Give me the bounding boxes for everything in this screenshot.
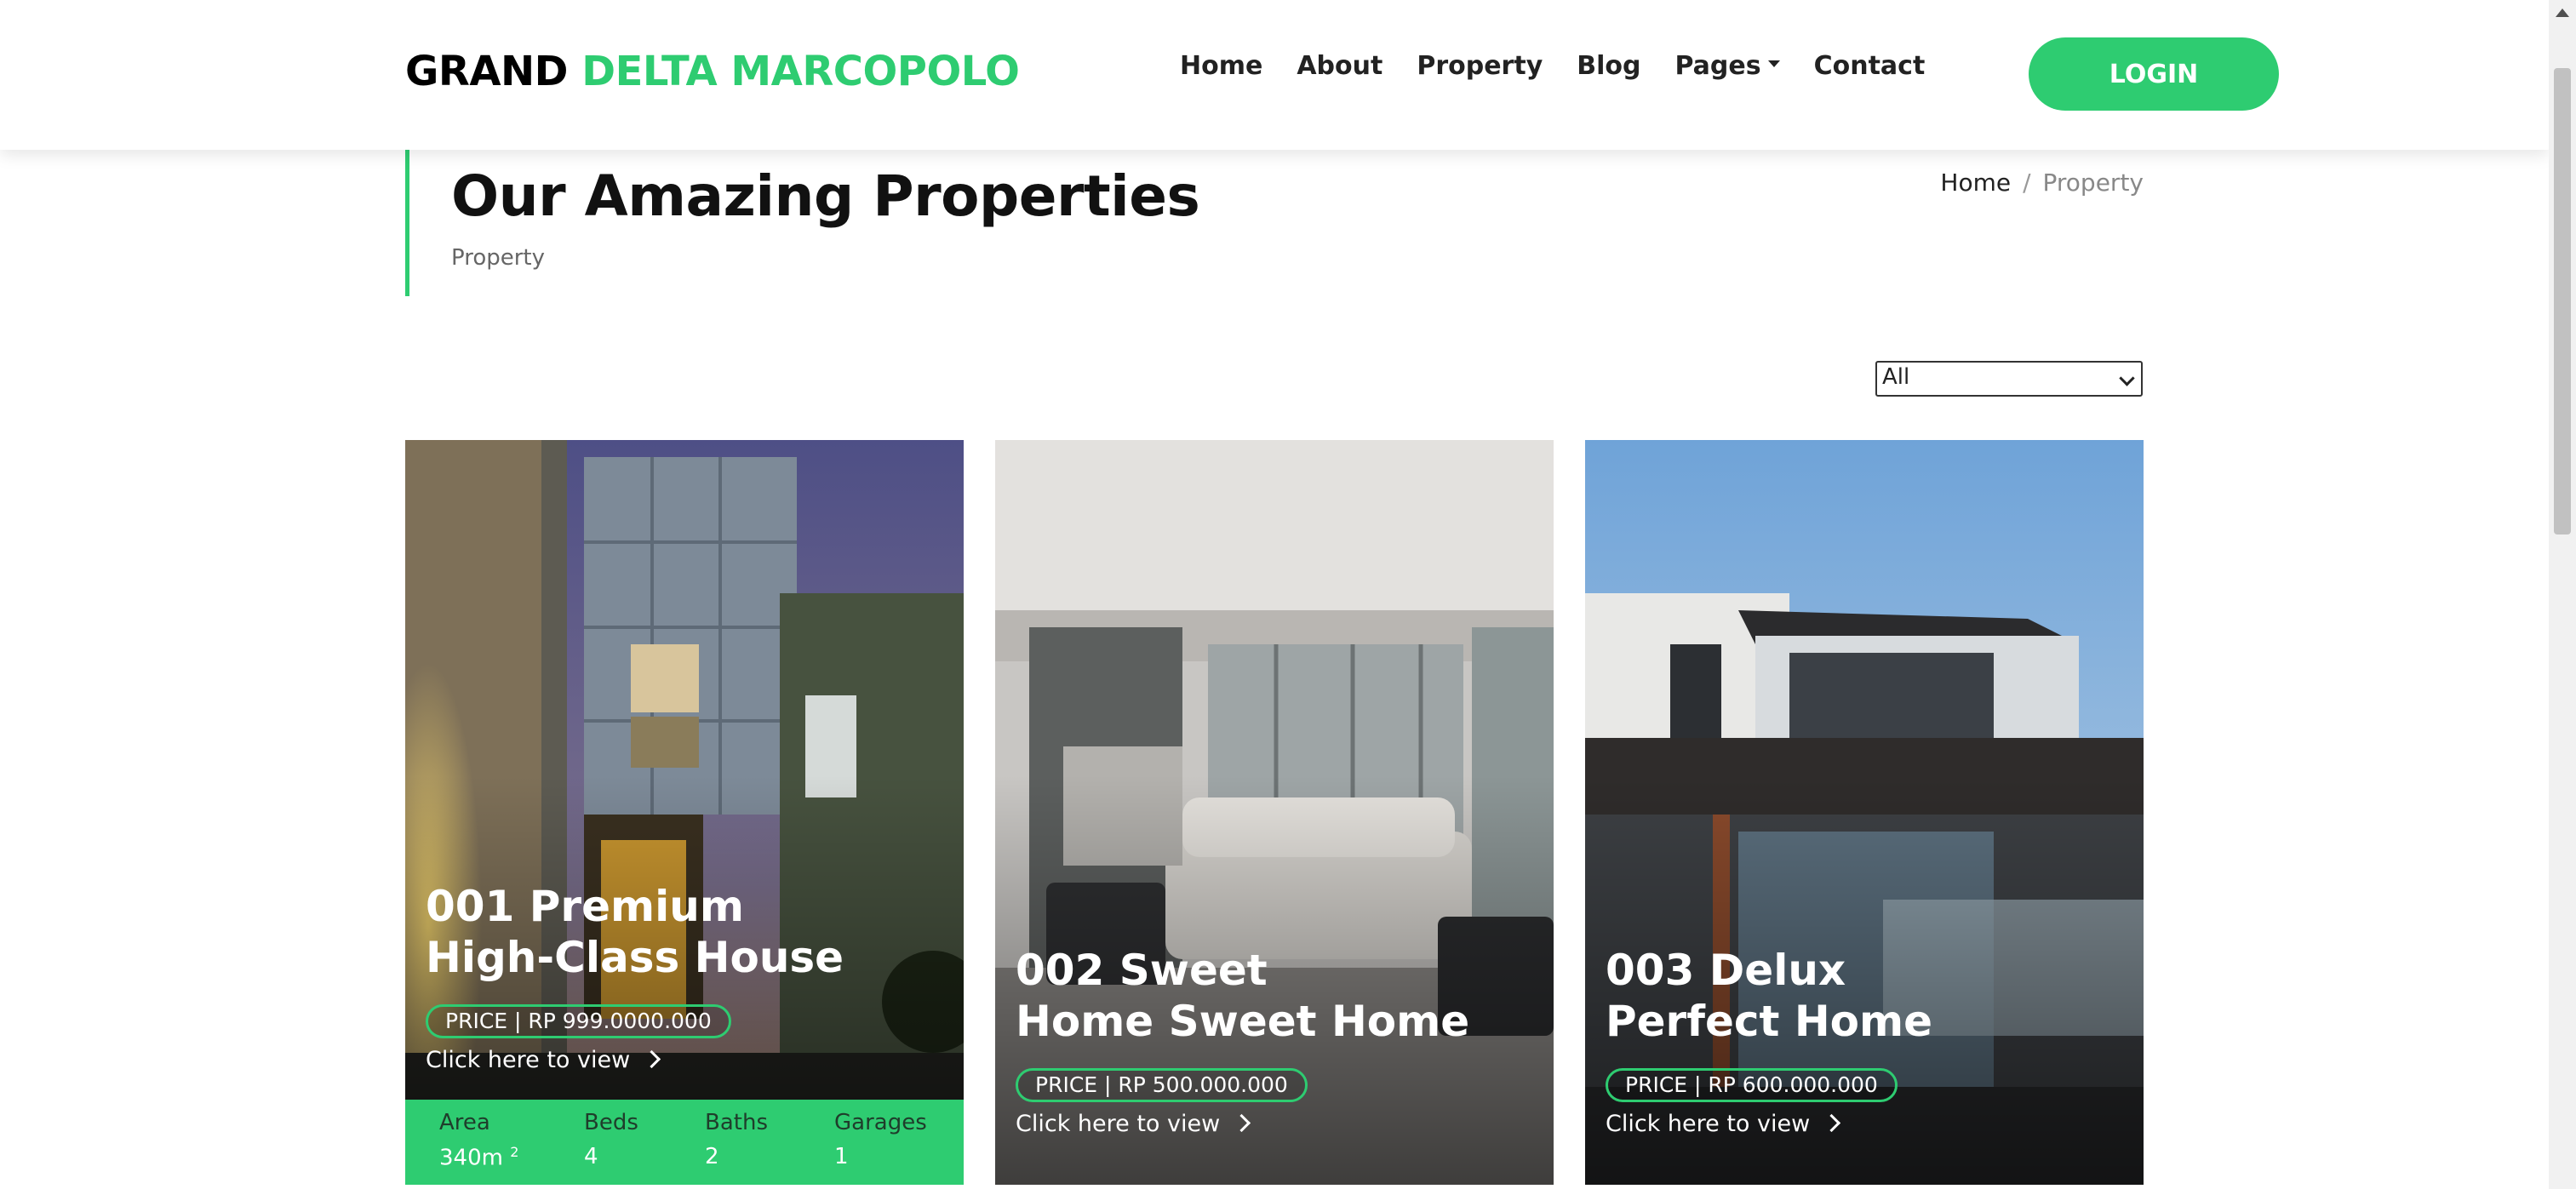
breadcrumb-home[interactable]: Home <box>1940 169 2011 197</box>
page-title: Our Amazing Properties <box>451 163 1200 229</box>
scroll-up-icon[interactable] <box>2556 9 2569 17</box>
brand-part2: DELTA MARCOPOLO <box>581 48 1020 95</box>
stat-beds-value: 4 <box>584 1144 598 1169</box>
stat-baths-label: Baths <box>705 1110 768 1135</box>
stat-garages-label: Garages <box>834 1110 927 1135</box>
price-badge: PRICE | RP 500.000.000 <box>1016 1068 1308 1102</box>
card-title: 002 Sweet Home Sweet Home <box>1016 945 1469 1047</box>
chevron-down-icon <box>2119 370 2135 386</box>
card-title-line2: Perfect Home <box>1606 997 1933 1046</box>
brand-logo[interactable]: GRAND DELTA MARCOPOLO <box>405 48 1020 95</box>
brand-part1: GRAND <box>405 48 569 95</box>
nav-pages-label: Pages <box>1674 51 1761 81</box>
nav-pages-dropdown[interactable]: Pages <box>1674 51 1780 81</box>
stat-area-label: Area <box>439 1110 490 1135</box>
nav-property[interactable]: Property <box>1417 51 1543 81</box>
view-link-label: Click here to view <box>1016 1111 1221 1137</box>
property-card-001[interactable]: 001 Premium High-Class House PRICE | RP … <box>405 440 964 1185</box>
nav-home[interactable]: Home <box>1180 51 1262 81</box>
property-stats: Area 340m 2 Beds 4 Baths 2 Garages 1 <box>405 1100 964 1185</box>
title-accent-bar <box>405 150 409 296</box>
stat-baths: Baths 2 <box>705 1110 768 1169</box>
property-card-003[interactable]: 003 Delux Perfect Home PRICE | RP 600.00… <box>1585 440 2144 1185</box>
price-badge: PRICE | RP 600.000.000 <box>1606 1068 1898 1102</box>
scroll-thumb[interactable] <box>2554 68 2571 534</box>
stat-garages-value: 1 <box>834 1144 849 1169</box>
nav-contact[interactable]: Contact <box>1814 51 1926 81</box>
login-button[interactable]: LOGIN <box>2029 37 2279 111</box>
card-title-line1: 001 Premium <box>426 882 744 931</box>
breadcrumb-current: Property <box>2042 169 2144 197</box>
stat-baths-value: 2 <box>705 1144 719 1169</box>
card-title-line2: High-Class House <box>426 933 844 982</box>
chevron-right-icon <box>643 1049 661 1069</box>
breadcrumb: Home / Property <box>1940 169 2144 197</box>
site-header: GRAND DELTA MARCOPOLO Home About Propert… <box>0 0 2549 150</box>
main-nav: Home About Property Blog Pages Contact <box>1180 51 1959 81</box>
stat-beds-label: Beds <box>584 1110 638 1135</box>
view-link[interactable]: Click here to view <box>1606 1111 1841 1137</box>
stat-area-unit: 2 <box>510 1144 519 1160</box>
view-link-label: Click here to view <box>1606 1111 1811 1137</box>
filter-selected-value: All <box>1882 364 1910 390</box>
card-title-line1: 002 Sweet <box>1016 946 1268 995</box>
card-title-line2: Home Sweet Home <box>1016 997 1470 1046</box>
stat-area: Area 340m 2 <box>439 1110 518 1171</box>
view-link[interactable]: Click here to view <box>1016 1111 1251 1137</box>
stat-garages: Garages 1 <box>834 1110 927 1169</box>
chevron-right-icon <box>1823 1113 1841 1133</box>
page-scrollbar[interactable] <box>2549 0 2576 1189</box>
chevron-right-icon <box>1233 1113 1251 1133</box>
stat-beds: Beds 4 <box>584 1110 638 1169</box>
breadcrumb-separator: / <box>2023 169 2031 197</box>
property-filter-select[interactable]: All <box>1875 361 2143 397</box>
card-title-line1: 003 Delux <box>1606 946 1846 995</box>
stat-area-number: 340m <box>439 1145 503 1171</box>
view-link-label: Click here to view <box>426 1047 631 1073</box>
view-link[interactable]: Click here to view <box>426 1047 661 1073</box>
property-card-002[interactable]: 002 Sweet Home Sweet Home PRICE | RP 500… <box>995 440 1554 1185</box>
caret-down-icon <box>1767 60 1780 67</box>
card-title: 001 Premium High-Class House <box>426 881 844 983</box>
card-title: 003 Delux Perfect Home <box>1606 945 1932 1047</box>
page-subtitle: Property <box>451 245 546 271</box>
stat-area-value: 340m 2 <box>439 1144 518 1171</box>
nav-blog[interactable]: Blog <box>1577 51 1640 81</box>
nav-about[interactable]: About <box>1297 51 1382 81</box>
price-badge: PRICE | RP 999.0000.000 <box>426 1004 731 1038</box>
